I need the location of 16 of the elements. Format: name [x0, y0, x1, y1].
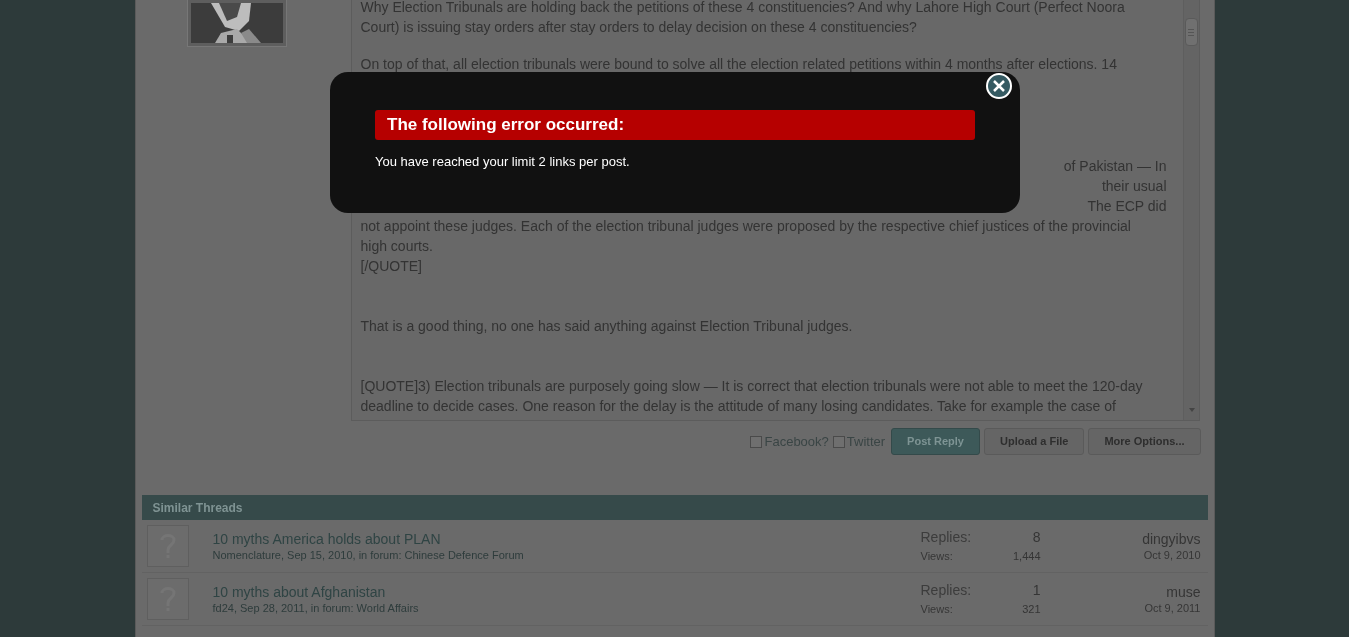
checkbox[interactable]	[832, 435, 845, 448]
close-icon	[993, 80, 1005, 92]
action-button[interactable]: More Options...	[1088, 428, 1201, 455]
section-header: Similar Threads	[141, 495, 1208, 520]
scrollbar[interactable]	[1182, 0, 1199, 420]
post-reply-button[interactable]: Post Reply	[891, 428, 980, 455]
thread-title-link[interactable]: 10 myths about Afghanistan	[212, 583, 386, 601]
checkbox[interactable]	[750, 435, 763, 448]
scroll-thumb[interactable]	[1184, 18, 1198, 46]
thread-title-link[interactable]: 10 myths America holds about PLAN	[212, 530, 441, 548]
error-message: You have reached your limit 2 links per post.	[375, 153, 630, 171]
thread-meta: fd24, Sep 28, 2011, in forum: World Affairs	[212, 601, 419, 615]
thread-meta: Nomenclature, Sep 15, 2010, in forum: Chinese Defence Forum	[212, 548, 524, 562]
close-button[interactable]	[986, 73, 1012, 99]
error-title-bar: The following error occurred:	[375, 110, 975, 140]
scroll-down-icon[interactable]	[1188, 408, 1195, 412]
